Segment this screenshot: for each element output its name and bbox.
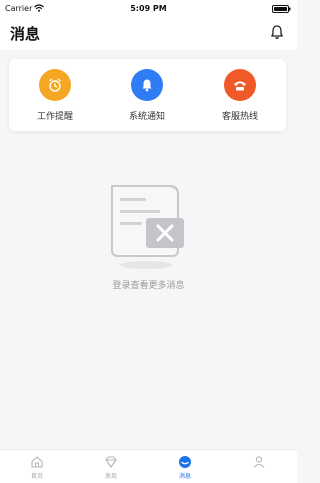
status-bar: Carrier 5:09 PM	[0, 0, 297, 18]
user-icon	[253, 456, 265, 468]
phone-icon	[224, 69, 256, 101]
tab-profile[interactable]	[222, 450, 296, 483]
tab-bar: 首页 发现 消息	[0, 449, 297, 483]
tab-messages[interactable]: 消息	[148, 450, 222, 483]
bell-icon[interactable]	[269, 24, 285, 40]
tab-home[interactable]: 首页	[0, 450, 74, 483]
system-notice-label: 系统通知	[128, 112, 165, 122]
empty-state-text: 登录查看更多消息	[112, 281, 185, 291]
tab-home-label: 首页	[30, 473, 43, 480]
page-title: 消息	[10, 25, 41, 43]
alarm-clock-icon	[39, 69, 71, 101]
system-notice-button[interactable]: 系统通知	[101, 59, 193, 131]
work-reminder-button[interactable]: 工作提醒	[9, 59, 101, 131]
status-time: 5:09 PM	[130, 4, 167, 13]
bell-icon	[131, 69, 163, 101]
tab-discover-label: 发现	[104, 473, 117, 480]
header: 消息	[0, 18, 297, 50]
message-icon	[179, 456, 191, 468]
tab-messages-label: 消息	[178, 473, 191, 480]
service-hotline-label: 客服热线	[221, 112, 258, 122]
home-icon	[31, 456, 43, 468]
battery-icon	[272, 5, 291, 13]
diamond-icon	[105, 456, 117, 468]
empty-message-icon	[111, 185, 184, 269]
tab-discover[interactable]: 发现	[74, 450, 148, 483]
service-hotline-button[interactable]: 客服热线	[194, 59, 286, 131]
work-reminder-label: 工作提醒	[36, 112, 73, 122]
quick-actions-card: 工作提醒 系统通知 客服热线	[9, 59, 286, 131]
